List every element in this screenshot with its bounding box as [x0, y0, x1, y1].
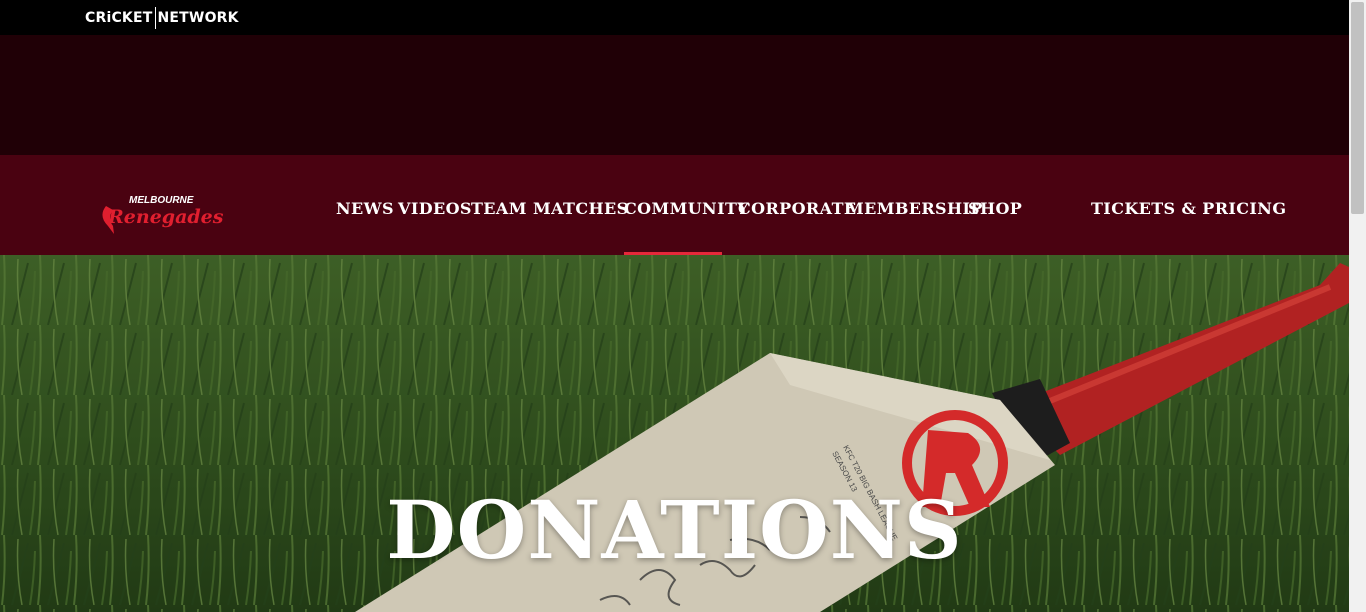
network-logo-left: CRiCKET	[85, 10, 153, 26]
logo-renegades-text: Renegades	[107, 206, 224, 228]
nav-item-news[interactable]: NEWS	[336, 198, 394, 220]
page-title: DONATIONS	[386, 483, 963, 577]
nav-item-community[interactable]: COMMUNITY	[624, 198, 749, 220]
logo-melbourne-text: MELBOURNE	[129, 195, 194, 206]
ad-banner-area	[0, 35, 1349, 155]
nav-item-membership[interactable]: MEMBERSHIP	[846, 198, 983, 220]
nav-item-team[interactable]: TEAM	[471, 198, 527, 220]
network-logo-right: NETWORK	[157, 10, 239, 26]
cricket-network-logo[interactable]: CRiCKET NETWORK	[85, 7, 239, 29]
scrollbar-thumb[interactable]	[1351, 2, 1364, 214]
nav-item-matches[interactable]: MATCHES	[533, 198, 629, 220]
nav-item-tickets-pricing[interactable]: TICKETS & PRICING	[1091, 198, 1286, 220]
nav-item-shop[interactable]: SHOP	[968, 198, 1022, 220]
nav-item-corporate[interactable]: CORPORATE	[738, 198, 856, 220]
renegades-logo[interactable]: MELBOURNE Renegades	[100, 192, 230, 234]
nav-item-videos[interactable]: VIDEOS	[398, 198, 472, 220]
network-logo-divider	[154, 7, 156, 29]
